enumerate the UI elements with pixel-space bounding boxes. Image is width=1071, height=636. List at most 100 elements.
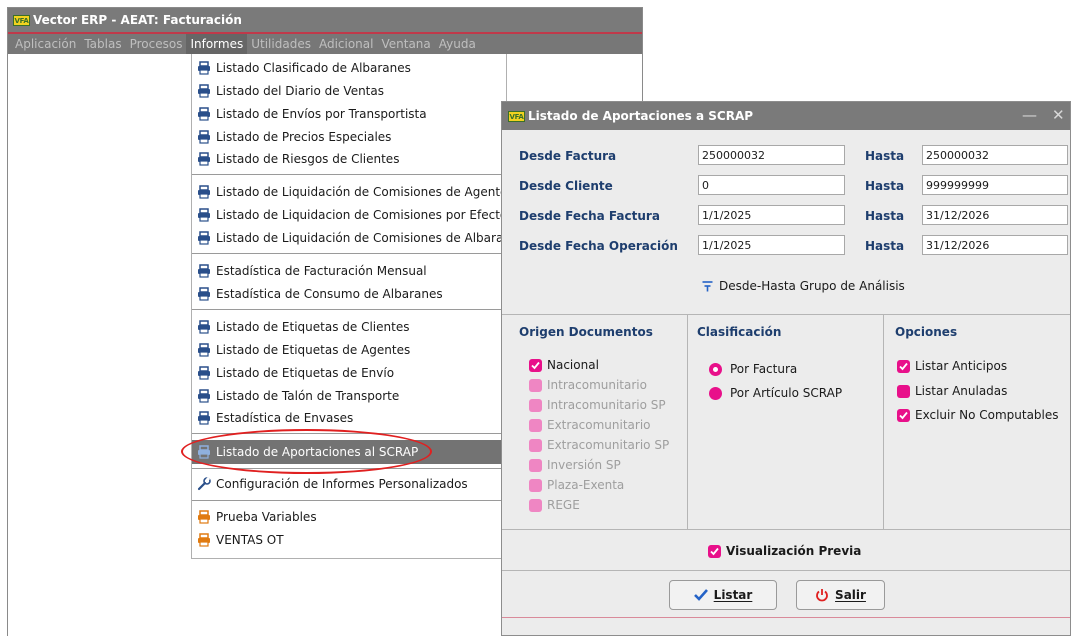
checkbox-plaza-exenta[interactable]: Plaza-Exenta bbox=[529, 478, 624, 492]
checkbox-rege[interactable]: REGE bbox=[529, 498, 580, 512]
grupo-analisis-link[interactable]: Desde-Hasta Grupo de Análisis bbox=[702, 279, 905, 293]
menu-item-liq-comisiones-albaranes[interactable]: Listado de Liquidación de Comisiones de … bbox=[192, 227, 506, 249]
radio-label: Por Artículo SCRAP bbox=[730, 386, 843, 400]
printer-icon bbox=[198, 130, 210, 144]
menu-aplicacion[interactable]: Aplicación bbox=[11, 34, 80, 54]
menubar: Aplicación Tablas Procesos Informes Util… bbox=[8, 34, 642, 54]
menu-item-envios-transportista[interactable]: Listado de Envíos por Transportista bbox=[192, 103, 506, 125]
checkbox-intracomunitario-sp[interactable]: Intracomunitario SP bbox=[529, 398, 666, 412]
checkbox-icon bbox=[529, 458, 542, 472]
menu-item-label: Listado de Aportaciones al SCRAP bbox=[216, 445, 419, 459]
checkbox-label: Listar Anuladas bbox=[915, 384, 1008, 398]
checkbox-checked-icon bbox=[708, 544, 721, 558]
menu-item-label: Listado de Etiquetas de Envío bbox=[216, 366, 395, 380]
menu-procesos[interactable]: Procesos bbox=[126, 34, 187, 54]
checkbox-icon bbox=[529, 418, 542, 432]
menu-separator bbox=[192, 253, 506, 254]
radio-por-factura[interactable]: Por Factura bbox=[709, 362, 797, 376]
listar-label: Listar bbox=[713, 588, 753, 602]
checkbox-label: Inversión SP bbox=[547, 458, 621, 472]
printer-icon bbox=[198, 185, 210, 199]
salir-label: Salir bbox=[835, 588, 866, 602]
minimize-button[interactable]: — bbox=[1022, 106, 1037, 124]
checkbox-nacional[interactable]: Nacional bbox=[529, 358, 599, 372]
menu-item-clasificado-albaranes[interactable]: Listado Clasificado de Albaranes bbox=[192, 57, 506, 79]
desde-cliente-field[interactable] bbox=[698, 175, 845, 195]
checkbox-visualizacion-previa[interactable]: Visualización Previa bbox=[708, 544, 861, 558]
checkbox-extracomunitario-sp[interactable]: Extracomunitario SP bbox=[529, 438, 669, 452]
menu-informes[interactable]: Informes bbox=[186, 34, 248, 54]
menu-item-estadistica-envases[interactable]: Estadística de Envases bbox=[192, 407, 506, 429]
menu-item-precios-especiales[interactable]: Listado de Precios Especiales bbox=[192, 126, 506, 148]
printer-icon bbox=[198, 264, 210, 278]
hasta-cliente-field[interactable] bbox=[922, 175, 1068, 195]
menu-ventana[interactable]: Ventana bbox=[377, 34, 434, 54]
listar-button[interactable]: Listar bbox=[669, 580, 777, 610]
checkbox-inversion-sp[interactable]: Inversión SP bbox=[529, 458, 621, 472]
menu-item-prueba-variables[interactable]: Prueba Variables bbox=[192, 506, 506, 528]
hasta-label: Hasta bbox=[865, 179, 905, 193]
menu-item-riesgos-clientes[interactable]: Listado de Riesgos de Clientes bbox=[192, 148, 506, 170]
checkbox-intracomunitario[interactable]: Intracomunitario bbox=[529, 378, 647, 392]
power-icon bbox=[816, 589, 828, 602]
menu-ayuda[interactable]: Ayuda bbox=[435, 34, 480, 54]
checkbox-listar-anuladas[interactable]: Listar Anuladas bbox=[897, 384, 1007, 398]
checkbox-icon bbox=[529, 478, 542, 492]
checkbox-label: Excluir No Computables bbox=[915, 408, 1059, 422]
app-logo: VFA bbox=[13, 14, 30, 26]
dialog-title: Listado de Aportaciones a SCRAP bbox=[528, 109, 754, 123]
menu-separator bbox=[192, 433, 506, 434]
desde-fecha-factura-field[interactable] bbox=[698, 205, 845, 225]
opciones-title: Opciones bbox=[895, 325, 958, 339]
window-title: Vector ERP - AEAT: Facturación bbox=[33, 13, 242, 27]
dialog-titlebar[interactable]: VFA Listado de Aportaciones a SCRAP — ✕ bbox=[502, 102, 1070, 130]
checkbox-excluir-no-computables[interactable]: Excluir No Computables bbox=[897, 408, 1059, 422]
menu-item-label: Configuración de Informes Personalizados bbox=[216, 477, 468, 491]
checkbox-checked-icon bbox=[529, 358, 542, 372]
hasta-fecha-factura-field[interactable] bbox=[922, 205, 1068, 225]
menu-item-diario-ventas[interactable]: Listado del Diario de Ventas bbox=[192, 80, 506, 102]
menu-item-etiquetas-envio[interactable]: Listado de Etiquetas de Envío bbox=[192, 362, 506, 384]
menu-item-etiquetas-clientes[interactable]: Listado de Etiquetas de Clientes bbox=[192, 316, 506, 338]
menu-item-talon-transporte[interactable]: Listado de Talón de Transporte bbox=[192, 385, 506, 407]
menu-tablas[interactable]: Tablas bbox=[80, 34, 125, 54]
menu-item-estadistica-consumo[interactable]: Estadística de Consumo de Albaranes bbox=[192, 283, 506, 305]
menu-separator bbox=[192, 500, 506, 501]
menu-item-label: Listado de Envíos por Transportista bbox=[216, 107, 427, 121]
printer-icon bbox=[198, 343, 210, 357]
checkbox-icon bbox=[529, 498, 542, 512]
menu-item-label: Listado de Talón de Transporte bbox=[216, 389, 400, 403]
menu-item-label: Listado de Riesgos de Clientes bbox=[216, 152, 400, 166]
printer-icon bbox=[198, 366, 210, 380]
clasificacion-title: Clasificación bbox=[697, 325, 782, 339]
menu-item-ventas-ot[interactable]: VENTAS OT bbox=[192, 529, 506, 551]
menu-utilidades[interactable]: Utilidades bbox=[247, 34, 315, 54]
menu-item-liq-comisiones-efectos[interactable]: Listado de Liquidacion de Comisiones por… bbox=[192, 204, 506, 226]
menu-item-aportaciones-scrap[interactable]: Listado de Aportaciones al SCRAP bbox=[192, 440, 506, 464]
hasta-factura-field[interactable] bbox=[922, 145, 1068, 165]
radio-selected-icon bbox=[709, 362, 722, 376]
radio-por-articulo-scrap[interactable]: Por Artículo SCRAP bbox=[709, 386, 842, 400]
menu-item-label: Listado de Liquidación de Comisiones de … bbox=[216, 231, 506, 245]
printer-icon bbox=[198, 533, 210, 547]
checkbox-extracomunitario[interactable]: Extracomunitario bbox=[529, 418, 651, 432]
close-button[interactable]: ✕ bbox=[1052, 106, 1065, 124]
printer-icon bbox=[198, 411, 210, 425]
radio-icon bbox=[709, 386, 722, 400]
menu-item-estadistica-facturacion[interactable]: Estadística de Facturación Mensual bbox=[192, 260, 506, 282]
desde-factura-field[interactable] bbox=[698, 145, 845, 165]
menu-item-liq-comisiones-agente[interactable]: Listado de Liquidación de Comisiones de … bbox=[192, 181, 506, 203]
section-divider bbox=[502, 617, 1070, 618]
menu-item-config-informes[interactable]: Configuración de Informes Personalizados bbox=[192, 473, 506, 495]
checkbox-listar-anticipos[interactable]: Listar Anticipos bbox=[897, 359, 1007, 373]
salir-button[interactable]: Salir bbox=[796, 580, 885, 610]
checkbox-icon bbox=[529, 378, 542, 392]
desde-fecha-operacion-field[interactable] bbox=[698, 235, 845, 255]
menu-item-etiquetas-agentes[interactable]: Listado de Etiquetas de Agentes bbox=[192, 339, 506, 361]
menu-item-label: Listado de Etiquetas de Agentes bbox=[216, 343, 411, 357]
section-divider bbox=[502, 529, 1070, 530]
section-divider bbox=[502, 570, 1070, 571]
hasta-fecha-operacion-field[interactable] bbox=[922, 235, 1068, 255]
menu-adicional[interactable]: Adicional bbox=[315, 34, 378, 54]
printer-icon bbox=[198, 231, 210, 245]
